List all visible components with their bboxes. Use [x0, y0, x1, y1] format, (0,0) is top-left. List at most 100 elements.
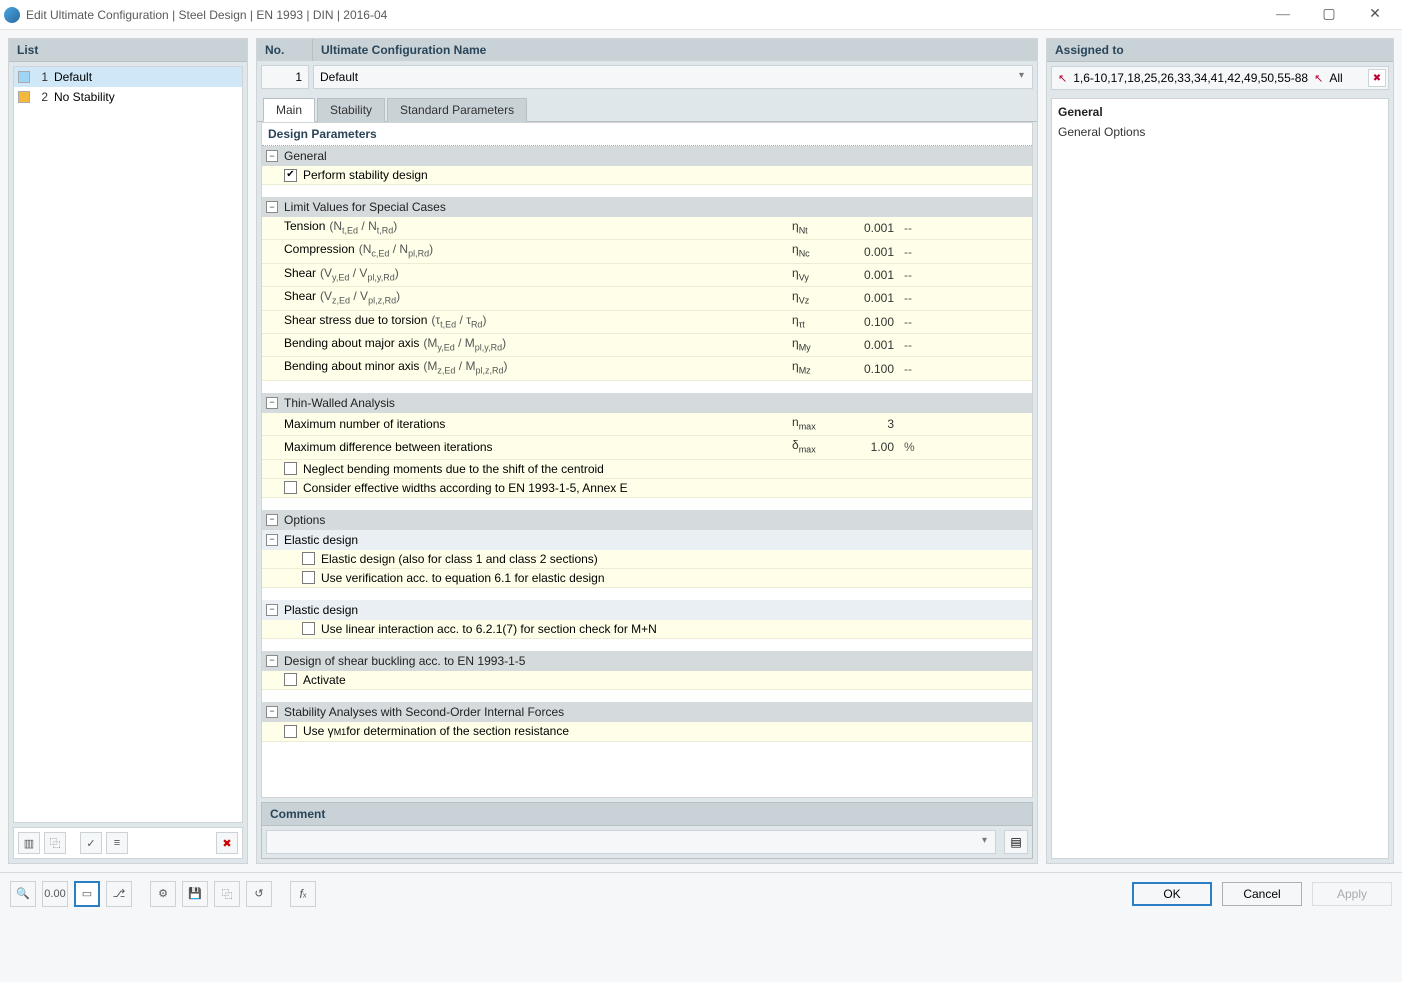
minimize-button[interactable]: —: [1260, 0, 1306, 30]
pointer-icon: ↖: [1314, 72, 1323, 85]
comment-pick-button[interactable]: ▤: [1004, 830, 1028, 854]
collapse-icon[interactable]: −: [266, 150, 278, 162]
cancel-button[interactable]: Cancel: [1222, 882, 1302, 906]
consider-widths-row[interactable]: Consider effective widths according to E…: [262, 479, 1032, 498]
use-verification-checkbox[interactable]: [302, 571, 315, 584]
view-toggle-button[interactable]: ▭: [74, 881, 100, 907]
check-list-button[interactable]: ≡: [106, 832, 128, 854]
consider-checkbox[interactable]: [284, 481, 297, 494]
comment-header: Comment: [261, 802, 1033, 825]
group-options[interactable]: − Options: [262, 510, 1032, 530]
symbol: nmax: [792, 414, 842, 434]
collapse-icon[interactable]: −: [266, 514, 278, 526]
neglect-checkbox[interactable]: [284, 462, 297, 475]
tabs: MainStabilityStandard Parameters: [257, 97, 1037, 122]
function-button[interactable]: fₓ: [290, 881, 316, 907]
list-item[interactable]: 1 Default: [14, 67, 242, 87]
use-verification-row[interactable]: Use verification acc. to equation 6.1 fo…: [262, 569, 1032, 588]
activate-checkbox[interactable]: [284, 673, 297, 686]
limit-value-row[interactable]: Shear (Vz,Ed / Vpl,z,Rd) ηVz 0.001 --: [262, 287, 1032, 310]
symbol: ηVy: [792, 265, 842, 285]
symbol: δmax: [792, 437, 842, 457]
ok-button[interactable]: OK: [1132, 882, 1212, 906]
title-bar: Edit Ultimate Configuration | Steel Desi…: [0, 0, 1402, 30]
tree-button[interactable]: ⎇: [106, 881, 132, 907]
apply-button[interactable]: Apply: [1312, 882, 1392, 906]
symbol: ηMy: [792, 335, 842, 355]
copy-config-button[interactable]: ⿻: [44, 832, 66, 854]
collapse-icon[interactable]: −: [266, 655, 278, 667]
assigned-panel: Assigned to ↖ 1,6-10,17,18,25,26,33,34,4…: [1046, 38, 1394, 864]
group-thin-walled[interactable]: − Thin-Walled Analysis: [262, 393, 1032, 413]
linear-interaction-row[interactable]: Use linear interaction acc. to 6.2.1(7) …: [262, 620, 1032, 639]
window-title: Edit Ultimate Configuration | Steel Desi…: [26, 8, 387, 22]
info-area: General General Options: [1051, 98, 1389, 859]
limit-value-row[interactable]: Shear stress due to torsion (τt,Ed / τRd…: [262, 311, 1032, 334]
color-swatch: [18, 91, 30, 103]
collapse-icon[interactable]: −: [266, 201, 278, 213]
max-difference-row[interactable]: Maximum difference between iterations δm…: [262, 436, 1032, 459]
main-panel: No. Ultimate Configuration Name 1 Defaul…: [256, 38, 1038, 864]
settings-button[interactable]: ⚙: [150, 881, 176, 907]
tab-stability[interactable]: Stability: [317, 98, 385, 122]
comment-field[interactable]: [266, 830, 996, 854]
list-body[interactable]: 1 Default 2 No Stability: [13, 66, 243, 823]
pointer-icon: ↖: [1058, 72, 1067, 85]
tab-standard[interactable]: Standard Parameters: [387, 98, 527, 122]
max-iterations-row[interactable]: Maximum number of iterations nmax 3: [262, 413, 1032, 436]
use-gamma-row[interactable]: Use γM1 for determination of the section…: [262, 722, 1032, 742]
design-parameters-title: Design Parameters: [262, 123, 1032, 146]
subgroup-plastic[interactable]: − Plastic design: [262, 600, 1032, 620]
list-item[interactable]: 2 No Stability: [14, 87, 242, 107]
app-icon: [4, 7, 20, 23]
close-button[interactable]: ✕: [1352, 0, 1398, 30]
group-stability-second-order[interactable]: − Stability Analyses with Second-Order I…: [262, 702, 1032, 722]
limit-value-row[interactable]: Tension (Nt,Ed / Nt,Rd) ηNt 0.001 --: [262, 217, 1032, 240]
name-field[interactable]: Default: [313, 65, 1033, 89]
info-text: General Options: [1058, 125, 1382, 139]
tab-main[interactable]: Main: [263, 98, 315, 122]
perform-stability-checkbox[interactable]: [284, 169, 297, 182]
no-header: No.: [257, 39, 313, 61]
limit-value-row[interactable]: Compression (Nc,Ed / Npl,Rd) ηNc 0.001 -…: [262, 240, 1032, 263]
limit-value-row[interactable]: Shear (Vy,Ed / Vpl,y,Rd) ηVy 0.001 --: [262, 264, 1032, 287]
delete-config-button[interactable]: ✖: [216, 832, 238, 854]
group-shear-buckling[interactable]: − Design of shear buckling acc. to EN 19…: [262, 651, 1032, 671]
elastic-design-checkbox[interactable]: [302, 552, 315, 565]
list-panel: List 1 Default 2 No Stability ▥ ⿻ ✓ ≡ ✖: [8, 38, 248, 864]
perform-stability-row[interactable]: Perform stability design: [262, 166, 1032, 185]
collapse-icon[interactable]: −: [266, 706, 278, 718]
list-toolbar: ▥ ⿻ ✓ ≡ ✖: [13, 827, 243, 859]
assigned-field[interactable]: ↖ 1,6-10,17,18,25,26,33,34,41,42,49,50,5…: [1051, 66, 1389, 90]
check-all-button[interactable]: ✓: [80, 832, 102, 854]
save-button[interactable]: 💾: [182, 881, 208, 907]
symbol: ηNc: [792, 241, 842, 261]
symbol: ηNt: [792, 218, 842, 238]
limit-value-row[interactable]: Bending about minor axis (Mz,Ed / Mpl,z,…: [262, 357, 1032, 380]
no-field[interactable]: 1: [261, 65, 309, 89]
units-button[interactable]: 0.00: [42, 881, 68, 907]
neglect-bending-row[interactable]: Neglect bending moments due to the shift…: [262, 460, 1032, 479]
subgroup-elastic[interactable]: − Elastic design: [262, 530, 1032, 550]
collapse-icon[interactable]: −: [266, 397, 278, 409]
maximize-button[interactable]: ▢: [1306, 0, 1352, 30]
activate-shear-buckling-row[interactable]: Activate: [262, 671, 1032, 690]
use-gamma-checkbox[interactable]: [284, 725, 297, 738]
reset-button[interactable]: ↺: [246, 881, 272, 907]
collapse-icon[interactable]: −: [266, 604, 278, 616]
assigned-header: Assigned to: [1047, 39, 1393, 62]
linear-interaction-checkbox[interactable]: [302, 622, 315, 635]
info-title: General: [1058, 105, 1382, 119]
elastic-design-row[interactable]: Elastic design (also for class 1 and cla…: [262, 550, 1032, 569]
new-config-button[interactable]: ▥: [18, 832, 40, 854]
collapse-icon[interactable]: −: [266, 534, 278, 546]
group-limit-values[interactable]: − Limit Values for Special Cases: [262, 197, 1032, 217]
clear-assigned-button[interactable]: ✖: [1368, 69, 1386, 87]
limit-value-row[interactable]: Bending about major axis (My,Ed / Mpl,y,…: [262, 334, 1032, 357]
group-general[interactable]: − General: [262, 146, 1032, 166]
copy-button[interactable]: ⿻: [214, 881, 240, 907]
symbol: ηMz: [792, 358, 842, 378]
color-swatch: [18, 71, 30, 83]
bottom-toolbar: 🔍 0.00 ▭ ⎇ ⚙ 💾 ⿻ ↺ fₓ OK Cancel Apply: [0, 872, 1402, 914]
search-button[interactable]: 🔍: [10, 881, 36, 907]
